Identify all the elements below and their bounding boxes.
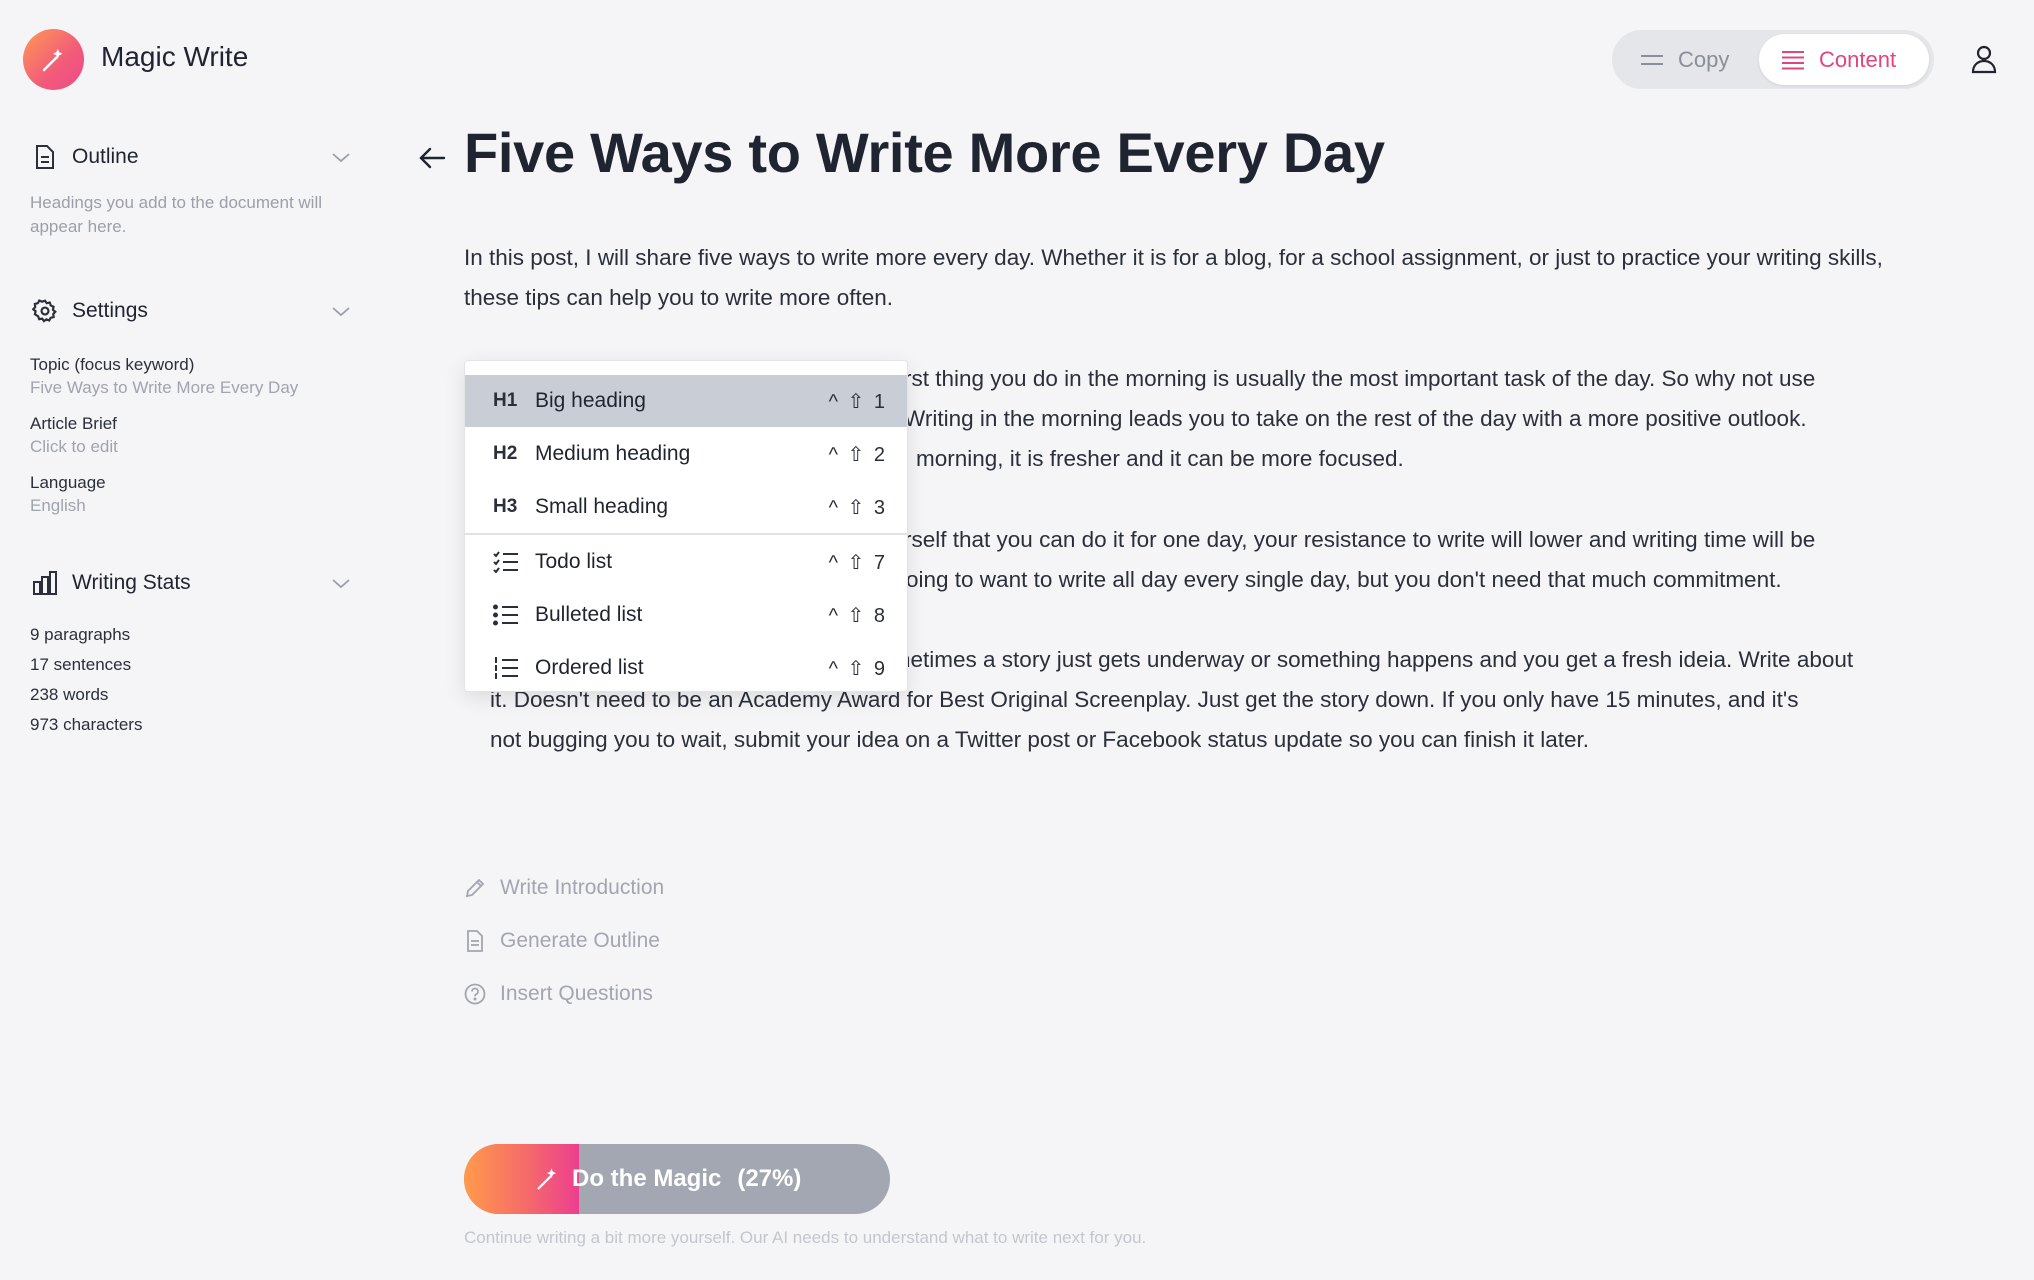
menu-item-label: Big heading <box>535 389 646 412</box>
user-account-button[interactable] <box>1970 44 1998 79</box>
menu-item-code: H1 <box>493 390 518 411</box>
do-the-magic-button[interactable]: Do the Magic (27%) <box>464 1144 890 1214</box>
app-logo <box>23 29 84 90</box>
paragraph-1[interactable]: In this post, I will share five ways to … <box>464 238 1944 318</box>
block-type-menu: H1 Big heading ^ ⇧ 1 H2 Medium heading ^… <box>464 360 908 692</box>
article-brief-field[interactable]: Article Brief Click to edit <box>30 412 352 458</box>
menu-item-shortcut: ^ ⇧ 8 <box>828 604 887 627</box>
field-value: Click to edit <box>30 437 118 456</box>
ordered-list-icon <box>495 657 518 679</box>
outline-header[interactable]: Outline <box>30 141 352 173</box>
writing-stats-header[interactable]: Writing Stats <box>30 567 352 599</box>
view-toggle: Copy Content <box>1612 30 1934 89</box>
writing-stats-label: Writing Stats <box>72 571 191 594</box>
copy-toggle-label: Copy <box>1678 46 1730 72</box>
arrow-left-icon <box>419 147 446 169</box>
settings-header[interactable]: Settings <box>30 295 352 327</box>
menu-item-ordered-list[interactable]: Ordered list ^ ⇧ 9 <box>465 642 907 691</box>
menu-item-label: Medium heading <box>535 442 691 465</box>
bulleted-list-icon <box>493 604 518 626</box>
settings-label: Settings <box>72 299 148 322</box>
magic-wand-icon <box>537 1168 557 1190</box>
magic-button-label: Do the Magic <box>572 1165 722 1192</box>
menu-item-medium-heading[interactable]: H2 Medium heading ^ ⇧ 2 <box>465 428 907 480</box>
menu-item-label: Ordered list <box>535 656 644 679</box>
write-introduction-action[interactable]: Write Introduction <box>464 876 664 900</box>
field-label: Language <box>30 473 106 492</box>
menu-item-shortcut: ^ ⇧ 7 <box>828 551 887 574</box>
menu-item-shortcut: ^ ⇧ 9 <box>828 657 887 680</box>
topic-field[interactable]: Topic (focus keyword) Five Ways to Write… <box>30 353 352 399</box>
menu-item-todo-list[interactable]: Todo list ^ ⇧ 7 <box>465 536 907 588</box>
todo-list-icon <box>493 551 518 573</box>
menu-item-big-heading[interactable]: H1 Big heading ^ ⇧ 1 <box>465 375 907 427</box>
document-icon <box>464 930 486 952</box>
menu-item-label: Bulleted list <box>535 603 643 626</box>
generate-outline-action[interactable]: Generate Outline <box>464 929 660 953</box>
writing-stats-section: Writing Stats 9 paragraphs 17 sentences … <box>30 567 352 740</box>
field-value: Five Ways to Write More Every Day <box>30 378 299 397</box>
gear-icon <box>30 296 60 326</box>
magic-hint: Continue writing a bit more yourself. Ou… <box>464 1228 1147 1247</box>
language-field[interactable]: Language English <box>30 471 352 517</box>
equals-icon <box>1641 54 1663 65</box>
stat-paragraphs: 9 paragraphs <box>30 625 131 644</box>
outline-section: Outline Headings you add to the document… <box>30 141 352 239</box>
content-toggle-label: Content <box>1819 46 1897 72</box>
question-circle-icon <box>464 983 486 1005</box>
stat-sentences: 17 sentences <box>30 655 132 674</box>
menu-item-label: Todo list <box>535 550 613 573</box>
menu-item-label: Small heading <box>535 495 669 518</box>
outline-description: Headings you add to the document will ap… <box>30 193 323 236</box>
menu-item-shortcut: ^ ⇧ 2 <box>828 443 887 466</box>
chevron-down-icon[interactable] <box>330 572 352 594</box>
stat-characters: 973 characters <box>30 715 143 734</box>
settings-section: Settings Topic (focus keyword) Five Ways… <box>30 295 352 517</box>
bar-chart-icon <box>30 568 60 598</box>
document-icon <box>30 142 60 172</box>
field-label: Topic (focus keyword) <box>30 355 195 374</box>
menu-item-code: H2 <box>493 443 518 464</box>
menu-item-shortcut: ^ ⇧ 3 <box>828 496 887 519</box>
action-label: Generate Outline <box>500 929 660 952</box>
content-toggle-button[interactable]: Content <box>1759 34 1929 85</box>
outline-label: Outline <box>72 145 139 168</box>
app-title: Magic Write <box>101 41 249 72</box>
pencil-icon <box>464 877 486 899</box>
action-label: Write Introduction <box>500 876 665 899</box>
magic-progress-label: (27%) <box>737 1165 802 1192</box>
field-value: English <box>30 496 86 515</box>
chevron-down-icon[interactable] <box>330 146 352 168</box>
back-button[interactable] <box>418 146 446 175</box>
menu-item-bulleted-list[interactable]: Bulleted list ^ ⇧ 8 <box>465 589 907 641</box>
menu-item-shortcut: ^ ⇧ 1 <box>828 390 887 413</box>
document-title[interactable]: Five Ways to Write More Every Day <box>464 120 1385 185</box>
user-icon <box>1971 45 1997 74</box>
chevron-down-icon[interactable] <box>330 300 352 322</box>
text-lines-icon <box>1782 50 1804 69</box>
menu-item-small-heading[interactable]: H3 Small heading ^ ⇧ 3 <box>465 481 907 533</box>
copy-toggle-button[interactable]: Copy <box>1618 34 1751 85</box>
action-label: Insert Questions <box>500 982 653 1005</box>
paragraph-line: not bugging you to wait, submit your ide… <box>490 727 1589 752</box>
field-label: Article Brief <box>30 414 117 433</box>
magic-wand-icon <box>42 48 63 71</box>
insert-questions-action[interactable]: Insert Questions <box>464 982 653 1006</box>
menu-item-code: H3 <box>493 496 518 517</box>
menu-divider <box>465 533 907 535</box>
stat-words: 238 words <box>30 685 109 704</box>
